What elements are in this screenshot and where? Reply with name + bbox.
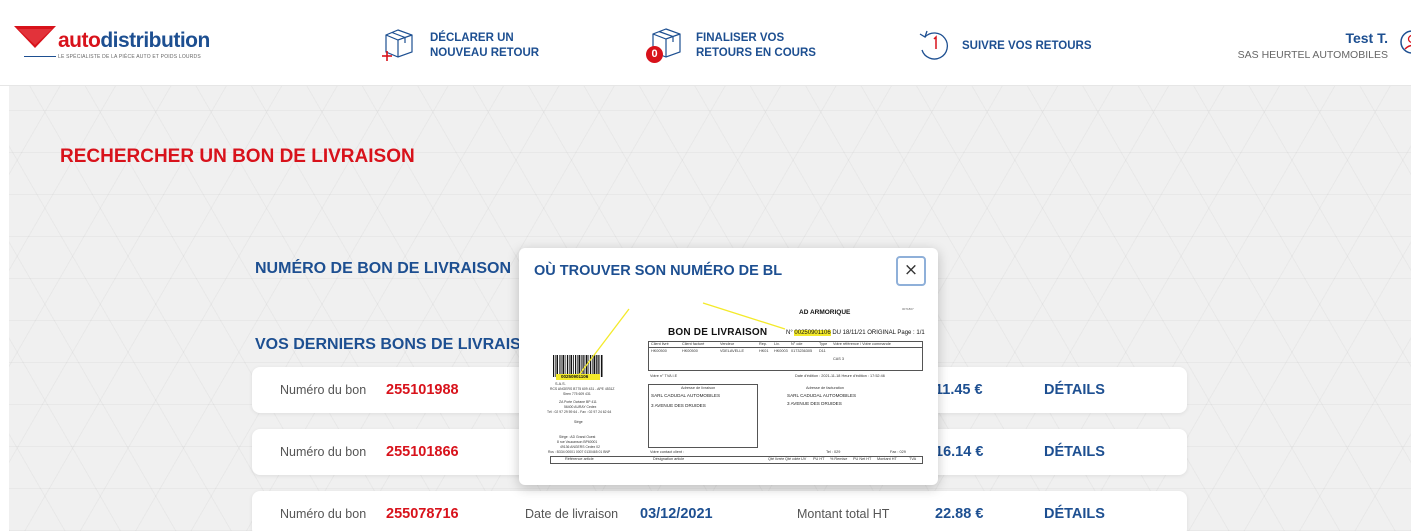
table-row[interactable]: Numéro du bon 255078716 Date de livraiso…	[252, 491, 1187, 531]
doc-footer-col: UV	[801, 457, 807, 461]
page-title: RECHERCHER UN BON DE LIVRAISON	[60, 146, 415, 167]
bl-help-modal: OÙ TROUVER SON NUMÉRO DE BL × AD ARMORIQ…	[519, 248, 938, 485]
doc-left-info-line: Tél : 02 97 29 59 64 - Fax : 02 97 24 62…	[547, 410, 612, 414]
doc-left-info-line: Siren 775 609 431	[563, 392, 591, 396]
row-date-label: Date de livraison	[525, 507, 619, 521]
row-details-link[interactable]: DÉTAILS	[1044, 367, 1105, 413]
doc-footer-col: Montant HT	[877, 457, 897, 461]
doc-footer-col: Qté cdée	[785, 457, 801, 461]
row-details-link[interactable]: DÉTAILS	[1044, 429, 1105, 475]
box-icon: 0	[644, 26, 688, 66]
doc-left-info-line: 49136 ANGERS Cedex 02	[560, 445, 600, 449]
box-plus-icon	[378, 26, 422, 66]
row-number-label: Numéro du bon	[280, 507, 367, 521]
row-number-label: Numéro du bon	[280, 383, 367, 397]
row-number: 255078716	[386, 506, 459, 522]
nav-finalise-line2: RETOURS EN COURS	[696, 47, 816, 59]
user-name: Test T.	[1345, 30, 1388, 46]
doc-left-info-line: Rcs : B334 00001 0007 0130465 01 BNP	[548, 450, 611, 454]
logo-wordmark: autodistribution	[58, 29, 210, 53]
doc-fax: Fax : 029	[890, 450, 906, 454]
history-icon	[914, 26, 958, 66]
nav-declare-label: DÉCLARER UN NOUVEAU RETOUR	[430, 31, 539, 61]
modal-title: OÙ TROUVER SON NUMÉRO DE BL	[534, 263, 783, 279]
close-button[interactable]: ×	[896, 256, 926, 286]
row-number: 255101988	[386, 382, 459, 398]
doc-billing-name: SARL CADUDAL AUTOMOBILES	[787, 393, 857, 398]
brand-logo[interactable]: autodistribution LE SPÉCIALISTE DE LA PI…	[14, 24, 214, 64]
row-number: 255101866	[386, 444, 459, 460]
doc-footer-col: Référence article	[565, 457, 594, 461]
row-amount: 11.45 €	[935, 382, 983, 398]
nav-declare-return[interactable]: DÉCLARER UN NOUVEAU RETOUR	[378, 26, 539, 66]
section-title-bl-number: NUMÉRO DE BON DE LIVRAISON	[255, 260, 512, 277]
delivery-note-sample: AD ARMORIQUE 0071807 BON DE LIVRAISON N°…	[533, 293, 925, 473]
row-number-label: Numéro du bon	[280, 445, 367, 459]
doc-contact-label: Votre contact client :	[650, 450, 685, 454]
row-date: 03/12/2021	[640, 506, 713, 522]
row-details-link[interactable]: DÉTAILS	[1044, 491, 1105, 531]
doc-footer-col: PU Net HT	[853, 457, 872, 461]
nav-declare-line1: DÉCLARER UN	[430, 32, 514, 44]
user-company: SAS HEURTEL AUTOMOBILES	[1237, 49, 1388, 61]
doc-delivery-street: 3 AVENUE DES DRUIDES	[651, 403, 706, 408]
doc-tel: Tel : 029	[826, 450, 841, 454]
nav-declare-line2: NOUVEAU RETOUR	[430, 47, 540, 59]
row-amount-label: Montant total HT	[797, 507, 890, 521]
nav-follow-label: SUIVRE VOS RETOURS	[962, 39, 1092, 52]
nav-follow-returns[interactable]: SUIVRE VOS RETOURS	[914, 26, 1092, 66]
doc-left-info-line: Siège	[574, 420, 583, 424]
doc-left-info-line: Siège : AD Grand Ouest	[559, 435, 596, 439]
logo-word-distribution: distribution	[100, 29, 210, 52]
doc-delivery-label: Adresse de livraison	[681, 386, 716, 390]
doc-left-info-line: RCS ANGERS B775 609 431 - APE 4531Z	[550, 387, 615, 391]
nav-finalise-returns[interactable]: 0 FINALISER VOS RETOURS EN COURS	[644, 26, 816, 66]
logo-word-auto: auto	[58, 29, 101, 52]
doc-billing-label: Adresse de facturation	[806, 386, 844, 390]
top-header: autodistribution LE SPÉCIALISTE DE LA PI…	[0, 0, 1411, 86]
section-title-last-bl: VOS DERNIERS BONS DE LIVRAISON	[255, 336, 545, 353]
doc-footer-col: PU HT	[813, 457, 825, 461]
doc-footer-col: TVA	[909, 457, 917, 461]
doc-footer-col: % Remise	[830, 457, 848, 461]
logo-chevron-icon	[14, 26, 56, 48]
row-amount: 22.88 €	[935, 506, 984, 522]
user-menu[interactable]: Test T. SAS HEURTEL AUTOMOBILES	[1238, 30, 1388, 61]
logo-underline	[24, 56, 56, 57]
pending-returns-badge: 0	[646, 46, 663, 63]
logo-tagline: LE SPÉCIALISTE DE LA PIÈCE AUTO ET POIDS…	[58, 54, 201, 60]
doc-left-info-line: 56400 AURAY Cedex	[564, 405, 597, 409]
doc-delivery-name: SARL CADUDAL AUTOMOBILES	[651, 393, 721, 398]
doc-left-info-line: ZA Porte Océane BP 411	[559, 400, 597, 404]
doc-footer-col: Qté livrée	[768, 457, 785, 461]
row-amount: 16.14 €	[935, 444, 984, 460]
nav-finalise-label: FINALISER VOS RETOURS EN COURS	[696, 31, 816, 61]
user-icon[interactable]	[1397, 29, 1411, 57]
doc-left-info-line: 8 rue Vaucanson BP60001	[557, 440, 598, 444]
doc-footer-col: Désignation article	[653, 457, 685, 461]
nav-finalise-line1: FINALISER VOS	[696, 32, 785, 44]
doc-left-info-line: S.A.S.	[555, 382, 566, 386]
doc-billing-street: 3 AVENUE DES DRUIDES	[787, 401, 842, 406]
